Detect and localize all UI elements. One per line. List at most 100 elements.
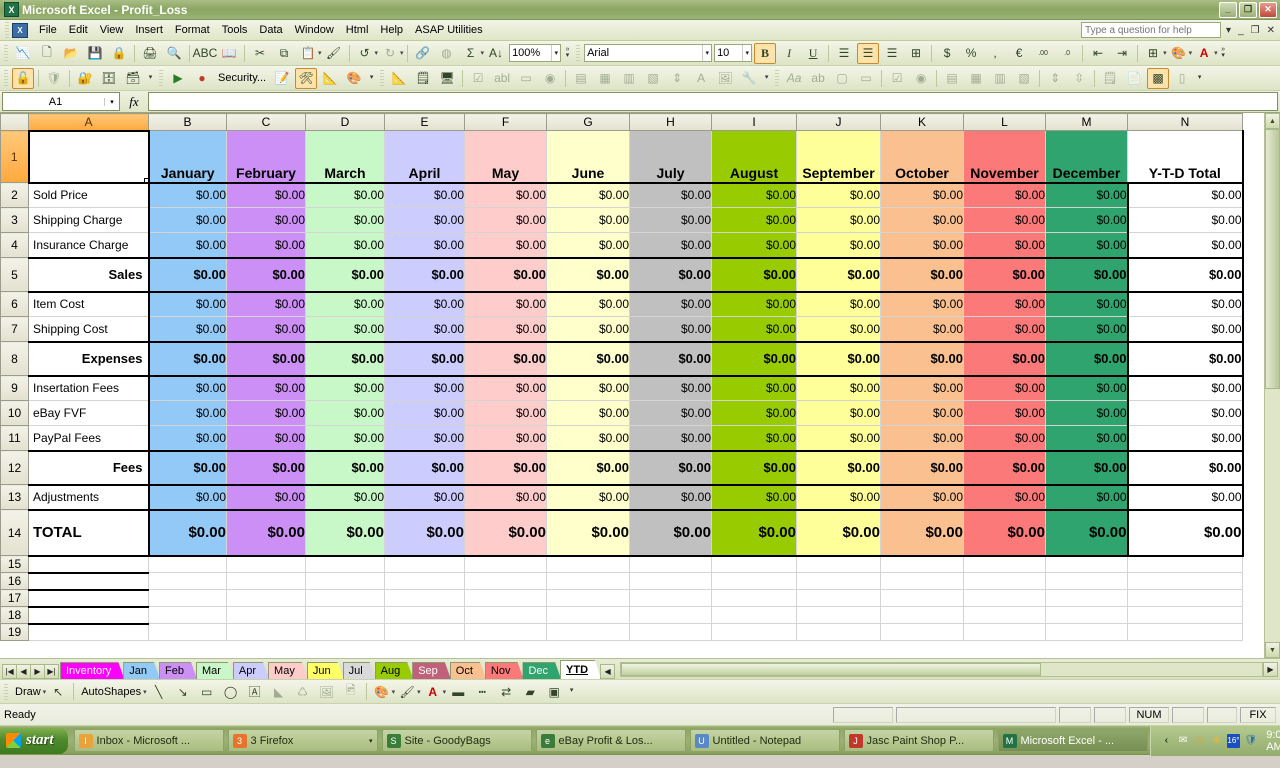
cell-F17[interactable]	[465, 590, 547, 607]
select-objects-icon[interactable]: ↖	[47, 681, 69, 702]
cell-F10[interactable]: $0.00	[465, 401, 547, 426]
cell-G15[interactable]	[547, 556, 630, 573]
weather-icon[interactable]: 16°	[1227, 734, 1239, 748]
cell-L4[interactable]: $0.00	[964, 233, 1046, 258]
cell-M14[interactable]: $0.00	[1046, 510, 1128, 556]
cell-J17[interactable]	[797, 590, 881, 607]
spelling-icon[interactable]: ABC	[194, 43, 216, 64]
cell-B17[interactable]	[149, 590, 227, 607]
cell-H14[interactable]: $0.00	[630, 510, 712, 556]
increase-indent-icon[interactable]: ⇥	[1111, 43, 1133, 64]
fill-color-icon[interactable]: 🎨	[1168, 43, 1190, 64]
cell-C9[interactable]: $0.00	[227, 376, 306, 401]
cell-B4[interactable]: $0.00	[149, 233, 227, 258]
wordart-icon[interactable]: ◣	[268, 681, 290, 702]
cell-N16[interactable]	[1128, 573, 1243, 590]
minimize-button[interactable]: _	[1219, 2, 1237, 18]
hscroll-right-button[interactable]: ▶	[1263, 662, 1278, 677]
group-box-icon[interactable]: ▢	[831, 68, 853, 89]
cell-B10[interactable]: $0.00	[149, 401, 227, 426]
menu-edit[interactable]: Edit	[63, 21, 94, 39]
cell-N5[interactable]: $0.00	[1128, 258, 1243, 292]
month-header-july[interactable]: July	[630, 131, 712, 183]
cell-B9[interactable]: $0.00	[149, 376, 227, 401]
merge-center-icon[interactable]: ⊞	[905, 43, 927, 64]
row-header-3[interactable]: 3	[1, 208, 29, 233]
cell-A16[interactable]	[29, 573, 149, 590]
cell-L5[interactable]: $0.00	[964, 258, 1046, 292]
drawing-toolbar-grip[interactable]	[4, 684, 8, 700]
cell-J5[interactable]: $0.00	[797, 258, 881, 292]
cell-J19[interactable]	[797, 624, 881, 641]
allow-users-icon[interactable]: 🛡	[43, 68, 65, 89]
menu-tools[interactable]: Tools	[216, 21, 254, 39]
cell-G18[interactable]	[547, 607, 630, 624]
cell-K5[interactable]: $0.00	[881, 258, 964, 292]
month-header-september[interactable]: September	[797, 131, 881, 183]
cell-M11[interactable]: $0.00	[1046, 426, 1128, 451]
cell-N17[interactable]	[1128, 590, 1243, 607]
cell-I2[interactable]: $0.00	[712, 183, 797, 208]
month-header-june[interactable]: June	[547, 131, 630, 183]
bold-button[interactable]: B	[754, 43, 776, 64]
cell-E3[interactable]: $0.00	[385, 208, 465, 233]
cell-A17[interactable]	[29, 590, 149, 607]
column-header-n[interactable]: N	[1128, 114, 1243, 131]
cell-G5[interactable]: $0.00	[547, 258, 630, 292]
cell-M2[interactable]: $0.00	[1046, 183, 1128, 208]
column-header-m[interactable]: M	[1046, 114, 1128, 131]
cell-I3[interactable]: $0.00	[712, 208, 797, 233]
cell-N12[interactable]: $0.00	[1128, 451, 1243, 485]
visualbasic-toolbar-grip[interactable]	[159, 70, 163, 86]
cell-C7[interactable]: $0.00	[227, 317, 306, 342]
doc-minimize-button[interactable]: _	[1236, 25, 1246, 36]
cell-D6[interactable]: $0.00	[306, 292, 385, 317]
cell-L10[interactable]: $0.00	[964, 401, 1046, 426]
sheet-tab-oct[interactable]: Oct	[450, 662, 486, 679]
cell-B13[interactable]: $0.00	[149, 485, 227, 510]
month-header-october[interactable]: October	[881, 131, 964, 183]
cell-L7[interactable]: $0.00	[964, 317, 1046, 342]
cell-D16[interactable]	[306, 573, 385, 590]
cell-J15[interactable]	[797, 556, 881, 573]
cell-M8[interactable]: $0.00	[1046, 342, 1128, 376]
row-header-9[interactable]: 9	[1, 376, 29, 401]
network-globe-icon[interactable]: ⊕	[1211, 734, 1223, 748]
clock-tray-icon[interactable]: ◷	[1194, 734, 1206, 748]
undo-icon[interactable]: ↺	[354, 43, 376, 64]
cell-D8[interactable]: $0.00	[306, 342, 385, 376]
cell-C4[interactable]: $0.00	[227, 233, 306, 258]
row-label-13[interactable]: Adjustments	[29, 485, 149, 510]
cell-M9[interactable]: $0.00	[1046, 376, 1128, 401]
togglebutton-control-icon[interactable]: ▥	[618, 68, 640, 89]
month-header-y-t-d-total[interactable]: Y-T-D Total	[1128, 131, 1243, 183]
euro-icon[interactable]: €	[1008, 43, 1030, 64]
cell-M12[interactable]: $0.00	[1046, 451, 1128, 485]
commandbutton-control-icon[interactable]: ▭	[515, 68, 537, 89]
font-dropdown-icon[interactable]: ▾	[702, 45, 710, 61]
forms-toolbar-grip[interactable]	[775, 70, 779, 86]
maximize-button[interactable]: ❐	[1239, 2, 1257, 18]
taskbar-item-ebay-profit-los[interactable]: eeBay Profit & Los...	[536, 729, 686, 752]
row-label-10[interactable]: eBay FVF	[29, 401, 149, 426]
cell-H4[interactable]: $0.00	[630, 233, 712, 258]
sheet-tab-dec[interactable]: Dec	[522, 662, 561, 679]
cell-F8[interactable]: $0.00	[465, 342, 547, 376]
cell-M16[interactable]	[1046, 573, 1128, 590]
cell-G3[interactable]: $0.00	[547, 208, 630, 233]
cell-M17[interactable]	[1046, 590, 1128, 607]
paste-icon[interactable]: 📋	[297, 43, 319, 64]
cell-C5[interactable]: $0.00	[227, 258, 306, 292]
column-header-a[interactable]: A	[29, 114, 149, 131]
copy-icon[interactable]: ⧉	[273, 43, 295, 64]
edit-code-icon[interactable]: 📄	[1123, 68, 1145, 89]
name-box-dropdown-icon[interactable]: ▾	[104, 98, 119, 106]
cell-L9[interactable]: $0.00	[964, 376, 1046, 401]
font-style-icon[interactable]: Aa	[783, 68, 805, 89]
cell-C11[interactable]: $0.00	[227, 426, 306, 451]
sheet-tab-feb[interactable]: Feb	[159, 662, 197, 679]
cell-C12[interactable]: $0.00	[227, 451, 306, 485]
cell-N4[interactable]: $0.00	[1128, 233, 1243, 258]
sheet-tab-may[interactable]: May	[268, 662, 308, 679]
cell-D9[interactable]: $0.00	[306, 376, 385, 401]
